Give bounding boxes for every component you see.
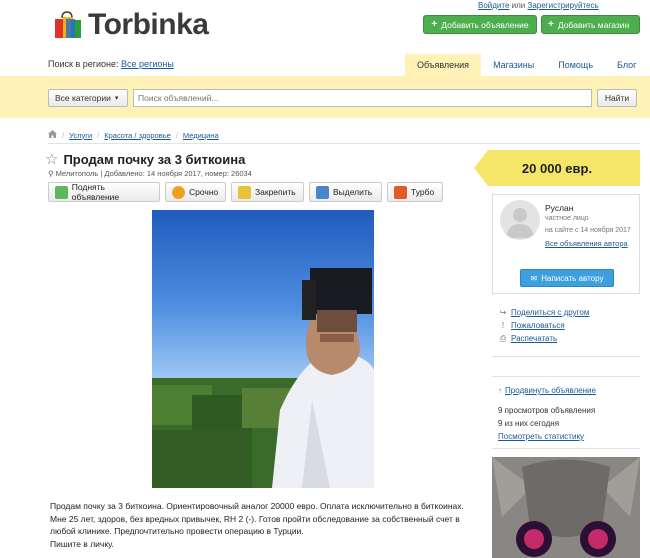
avatar <box>500 200 540 240</box>
promote-label: Продвинуть объявление <box>505 386 596 395</box>
search-input[interactable] <box>133 89 592 107</box>
description-paragraph: Продам почку за 3 биткоина. Ориентировоч… <box>50 501 464 511</box>
breadcrumb-item[interactable]: Медицина <box>183 131 219 140</box>
auth-links: Войдите или Зарегистрируйтесь <box>478 1 599 10</box>
logo-text: Torbinka <box>88 8 209 41</box>
add-ad-button[interactable]: + Добавить объявление <box>423 15 537 34</box>
turbo-label: Турбо <box>411 187 435 197</box>
login-link[interactable]: Войдите <box>478 1 509 10</box>
photo-illustration <box>152 268 374 488</box>
listing-header: ☆ Продам почку за 3 биткоина <box>45 150 245 168</box>
stats-link[interactable]: Посмотреть статистику <box>498 430 596 443</box>
write-author-label: Написать автору <box>541 273 604 283</box>
up-arrow-icon <box>55 185 68 199</box>
search-button[interactable]: Найти <box>597 89 637 107</box>
region-label: Поиск в регионе: <box>48 59 119 69</box>
tab-ads[interactable]: Объявления <box>405 54 482 76</box>
alert-icon: ! <box>501 321 505 330</box>
divider <box>492 356 640 357</box>
urgent-label: Срочно <box>189 187 219 197</box>
seller-since: на сайте с 14 ноября 2017 <box>545 227 631 234</box>
divider <box>48 143 640 144</box>
divider <box>492 448 640 449</box>
favorite-star-icon[interactable]: ☆ <box>45 150 58 168</box>
share-link-label: Поделиться с другом <box>511 308 590 317</box>
listing-meta: ⚲ Мелитополь | Добавлено: 14 ноября 2017… <box>48 169 252 178</box>
share-icon: ↪ <box>499 308 507 317</box>
pencil-icon <box>316 185 329 199</box>
breadcrumb: / Услуги / Красота / здоровье / Медицина <box>48 130 219 140</box>
urgent-button[interactable]: Срочно <box>165 182 226 202</box>
seller-all-ads-link[interactable]: Все объявления автора <box>545 239 628 248</box>
user-icon <box>506 208 534 238</box>
promote-icon: ↑ <box>498 386 502 395</box>
region-selector: Поиск в регионе: Все регионы <box>48 59 174 69</box>
promote-link[interactable]: ↑ Продвинуть объявление <box>498 384 596 397</box>
listing-meta-text: Мелитополь | Добавлено: 14 ноября 2017, … <box>55 169 252 178</box>
bump-ad-button[interactable]: Поднять объявление <box>48 182 160 202</box>
listing-photo[interactable] <box>152 210 374 488</box>
breadcrumb-separator: / <box>62 130 65 140</box>
sidebar-links: ↪ Поделиться с другом ! Пожаловаться ⎙ Р… <box>498 306 590 345</box>
divider <box>492 376 640 377</box>
category-dropdown[interactable]: Все категории ▾ <box>48 89 128 107</box>
rocket-icon <box>394 185 407 199</box>
breadcrumb-separator: / <box>97 130 100 140</box>
logo[interactable]: Torbinka <box>52 8 209 42</box>
ad-stats: ↑ Продвинуть объявление 9 просмотров объ… <box>498 384 596 443</box>
category-label: Все категории <box>55 93 111 103</box>
breadcrumb-separator: / <box>175 130 178 140</box>
promo-actions: Поднять объявление Срочно Закрепить Выде… <box>48 182 443 202</box>
pin-button[interactable]: Закрепить <box>231 182 304 202</box>
main-tabs: Объявления Магазины Помощь Блог <box>405 54 648 76</box>
highlight-button[interactable]: Выделить <box>309 182 382 202</box>
turbo-button[interactable]: Турбо <box>387 182 443 202</box>
listing-title: Продам почку за 3 биткоина <box>63 151 246 167</box>
highlight-label: Выделить <box>333 187 373 197</box>
price-tag: 20 000 евр. <box>474 150 640 186</box>
views-today: 9 из них сегодня <box>498 419 560 428</box>
banner-image <box>492 457 640 558</box>
flame-icon <box>172 185 185 199</box>
add-ad-label: Добавить объявление <box>441 19 529 30</box>
add-shop-label: Добавить магазин <box>557 19 630 30</box>
region-link[interactable]: Все регионы <box>121 59 174 69</box>
seller-type: частное лицо <box>545 215 589 222</box>
write-author-button[interactable]: ✉ Написать автору <box>520 269 614 287</box>
tab-blog[interactable]: Блог <box>605 54 648 76</box>
plus-icon: + <box>548 19 554 30</box>
print-icon: ⎙ <box>499 333 507 343</box>
print-link[interactable]: ⎙ Распечатать <box>498 332 589 345</box>
bump-ad-label: Поднять объявление <box>71 182 120 202</box>
listing-description: Продам почку за 3 биткоина. Ориентировоч… <box>50 500 480 550</box>
home-icon[interactable] <box>48 130 57 140</box>
pin-icon <box>238 185 251 199</box>
shopping-bag-icon <box>52 10 84 40</box>
pin-label: Закрепить <box>255 187 296 197</box>
caret-down-icon: ▾ <box>114 95 119 102</box>
breadcrumb-item[interactable]: Красота / здоровье <box>104 131 171 140</box>
views-total: 9 просмотров объявления <box>498 406 596 415</box>
seller-card: Руслан частное лицо на сайте с 14 ноября… <box>492 194 640 294</box>
envelope-icon: ✉ <box>530 273 538 283</box>
add-shop-button[interactable]: + Добавить магазин <box>541 15 640 34</box>
register-link[interactable]: Зарегистрируйтесь <box>528 1 599 10</box>
breadcrumb-item[interactable]: Услуги <box>69 131 92 140</box>
location-pin-icon: ⚲ <box>48 169 54 178</box>
description-paragraph: Мне 25 лет, здоров, без вредных привычек… <box>50 513 460 537</box>
tab-help[interactable]: Помощь <box>546 54 605 76</box>
share-link[interactable]: ↪ Поделиться с другом <box>498 306 590 319</box>
price-value: 20 000 евр. <box>521 160 593 176</box>
report-link[interactable]: ! Пожаловаться <box>498 319 589 332</box>
seller-name: Руслан <box>545 203 574 213</box>
print-link-label: Распечатать <box>511 334 558 343</box>
report-link-label: Пожаловаться <box>511 321 565 330</box>
plus-icon: + <box>431 19 438 30</box>
ad-banner[interactable] <box>492 457 640 558</box>
description-paragraph: Пишите в личку. <box>50 538 114 549</box>
auth-or: или <box>511 1 526 10</box>
tab-shops[interactable]: Магазины <box>481 54 546 76</box>
